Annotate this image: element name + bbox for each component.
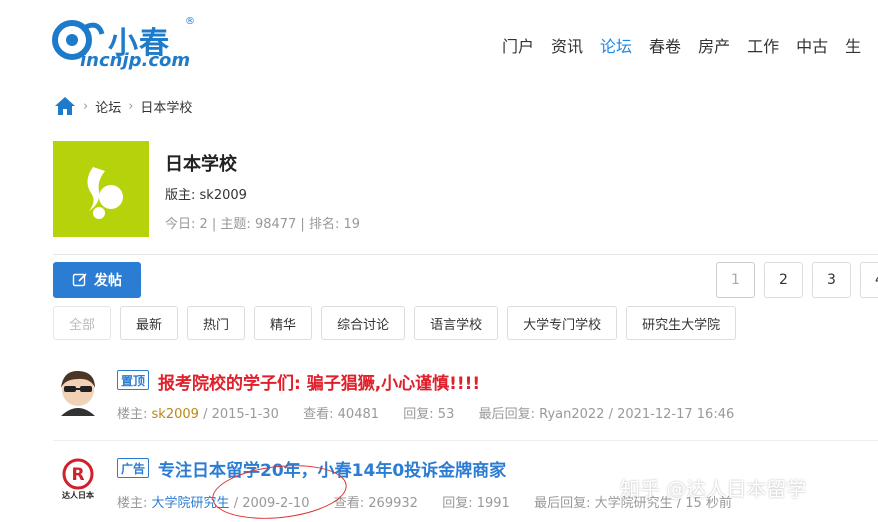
chevron-right-icon: › — [83, 98, 89, 114]
edit-icon — [72, 273, 87, 287]
author-label: 楼主: — [117, 407, 148, 422]
post-date: / 2015-1-30 — [203, 407, 279, 422]
forum-title: 日本学校 — [165, 154, 237, 175]
reply-count: 回复: 53 — [403, 407, 455, 422]
thread-meta: 楼主: sk2009 / 2015-1-30 查看: 40481 回复: 53 … — [117, 403, 734, 422]
nav-item-secondhand[interactable]: 中古 — [796, 33, 828, 57]
nav-item-chunjuan[interactable]: 春卷 — [649, 33, 681, 57]
tab-university-vocational[interactable]: 大学专门学校 — [507, 306, 618, 340]
chevron-right-icon: › — [128, 98, 134, 114]
row-divider — [53, 440, 878, 441]
new-post-label: 发帖 — [94, 273, 122, 289]
forum-logo — [53, 141, 149, 237]
tab-language-school[interactable]: 语言学校 — [414, 306, 499, 340]
nav-item-life[interactable]: 生 — [845, 33, 861, 57]
last-reply[interactable]: 最后回复: Ryan2022 / 2021-12-17 16:46 — [479, 407, 735, 422]
breadcrumb-current[interactable]: 日本学校 — [140, 97, 192, 116]
nav-item-jobs[interactable]: 工作 — [747, 33, 779, 57]
new-post-button[interactable]: 发帖 — [53, 262, 141, 298]
watermark: 知乎 @达人日本留学 — [620, 477, 807, 501]
tab-general-discussion[interactable]: 综合讨论 — [321, 306, 406, 340]
forum-logo-mark-icon — [87, 167, 123, 219]
avatar-caption: 达人日本 — [62, 491, 94, 500]
logo-registered-mark: ® — [185, 16, 195, 27]
author-name[interactable]: sk2009 — [152, 407, 199, 422]
nav-item-news[interactable]: 资讯 — [551, 33, 583, 57]
top-nav: 门户 资讯 论坛 春卷 房产 工作 中古 生 — [502, 33, 861, 57]
page-3-button[interactable]: 3 — [812, 262, 851, 298]
thread-title[interactable]: 报考院校的学子们: 骗子猖獗,小心谨慎!!!! — [158, 369, 480, 394]
tab-graduate-school[interactable]: 研究生大学院 — [626, 306, 737, 340]
view-count: 查看: 269932 — [333, 496, 418, 511]
page-1-button[interactable]: 1 — [716, 262, 755, 298]
site-logo[interactable]: 小春 ® incnjp.com — [50, 14, 200, 72]
breadcrumb: › 论坛 › 日本学校 — [54, 96, 192, 116]
sticky-badge: 置顶 — [117, 370, 150, 390]
logo-domain-text: incnjp.com — [80, 50, 191, 71]
author-label: 楼主: — [117, 496, 148, 511]
page-2-button[interactable]: 2 — [764, 262, 803, 298]
tab-latest[interactable]: 最新 — [120, 306, 179, 340]
ad-badge: 广告 — [117, 458, 150, 478]
reply-count: 回复: 1991 — [442, 496, 510, 511]
category-tabs: 全部 最新 热门 精华 综合讨论 语言学校 大学专门学校 研究生大学院 — [53, 306, 737, 340]
thread-row[interactable]: 置顶 报考院校的学子们: 骗子猖獗,小心谨慎!!!! 楼主: sk2009 / … — [53, 366, 878, 430]
tab-hot[interactable]: 热门 — [187, 306, 246, 340]
pagination: 1 2 3 4 — [716, 262, 878, 298]
view-count: 查看: 40481 — [303, 407, 380, 422]
tab-all[interactable]: 全部 — [53, 306, 112, 340]
home-icon[interactable] — [54, 96, 76, 116]
breadcrumb-forum[interactable]: 论坛 — [95, 97, 121, 116]
nav-item-realestate[interactable]: 房产 — [698, 33, 730, 57]
forum-stats: 今日: 2 | 主题: 98477 | 排名: 19 — [165, 217, 360, 232]
nav-item-portal[interactable]: 门户 — [502, 33, 534, 57]
section-divider — [53, 254, 878, 255]
user-avatar[interactable] — [53, 366, 103, 416]
forum-moderator: 版主: sk2009 — [165, 188, 247, 203]
nav-item-forum[interactable]: 论坛 — [600, 33, 632, 57]
svg-text:R: R — [71, 465, 84, 485]
page-4-button[interactable]: 4 — [860, 262, 878, 298]
tab-featured[interactable]: 精华 — [254, 306, 313, 340]
